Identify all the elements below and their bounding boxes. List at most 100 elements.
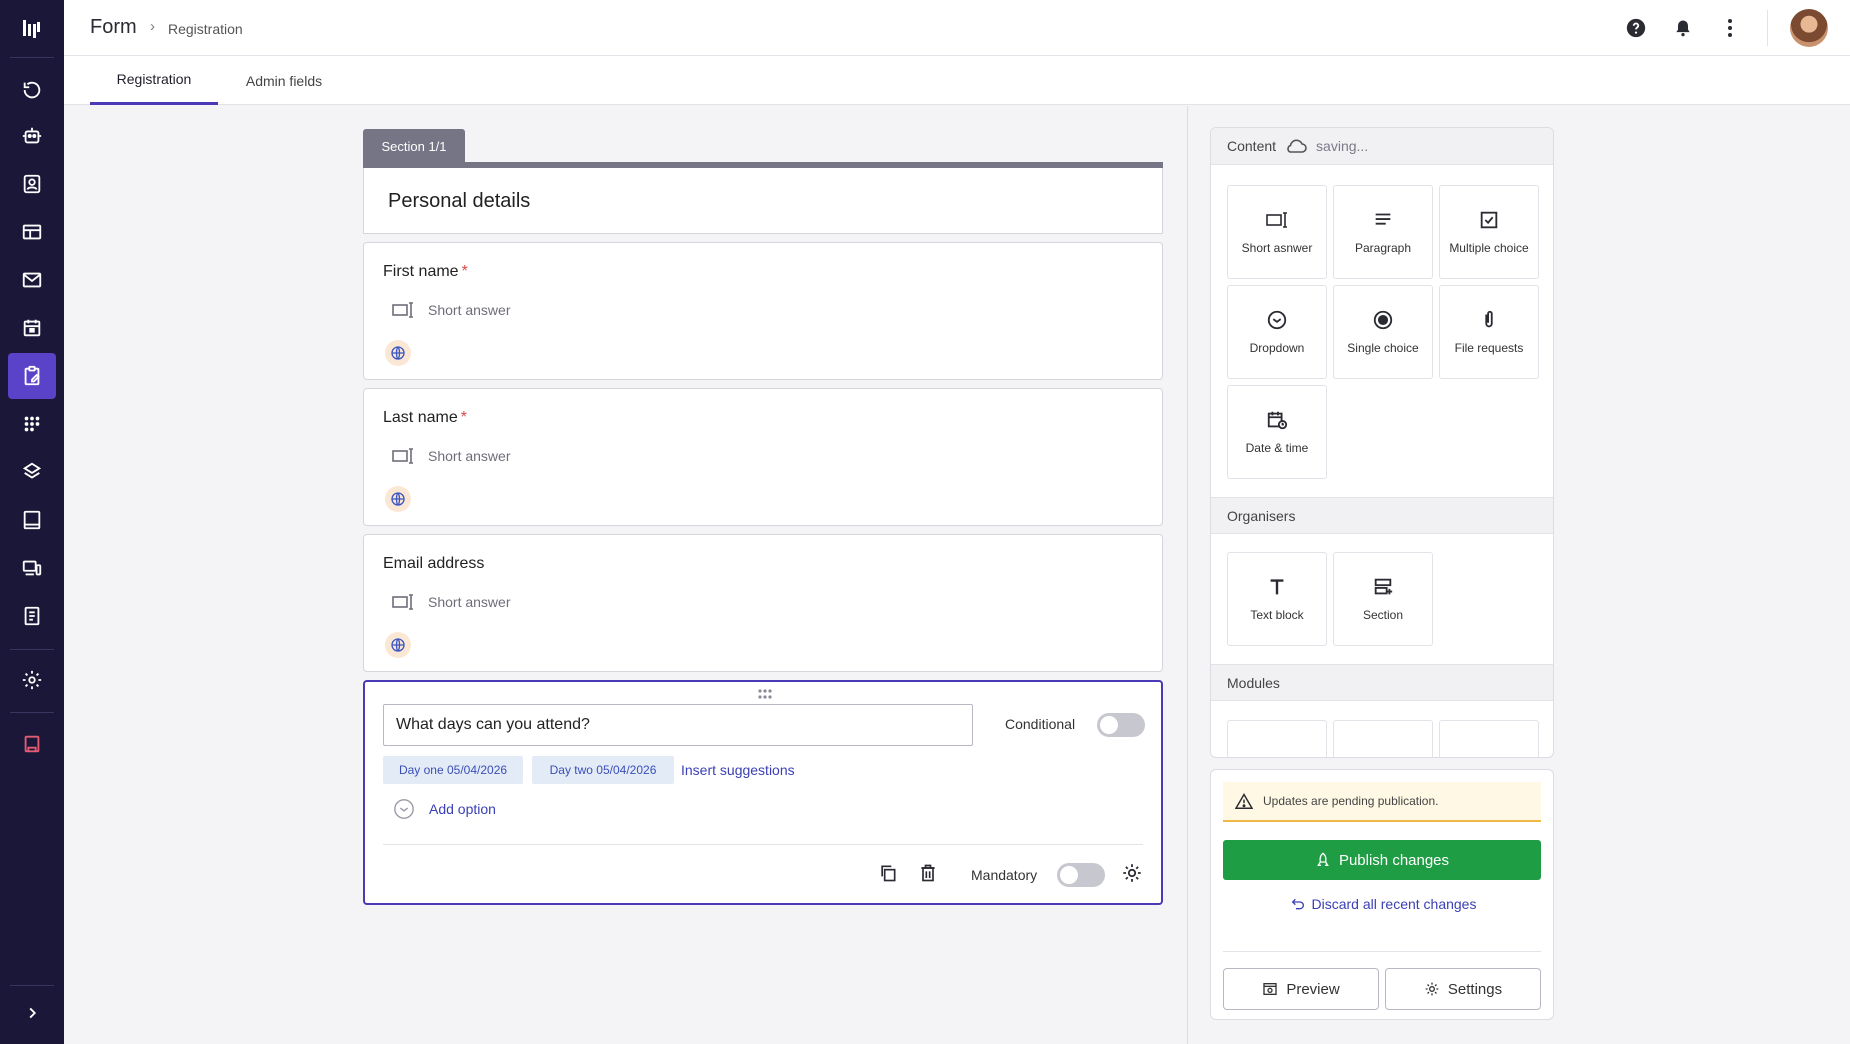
card-divider [383, 844, 1143, 845]
short-answer-icon [392, 302, 413, 318]
nav-divider [10, 985, 54, 986]
pending-warning: Updates are pending publication. [1223, 782, 1541, 822]
add-option-button[interactable]: Add option [393, 798, 496, 820]
section-tab[interactable]: Section 1/1 [363, 129, 465, 163]
settings-button[interactable]: Settings [1385, 968, 1541, 1010]
tile-short-answer[interactable]: Short asnwer [1227, 185, 1327, 279]
nav-divider [10, 649, 54, 650]
nav-mail-icon[interactable] [8, 257, 56, 303]
preview-button[interactable]: Preview [1223, 968, 1379, 1010]
tile-single-choice[interactable]: Single choice [1333, 285, 1433, 379]
warning-triangle-icon [1235, 793, 1253, 809]
section-icon [1374, 578, 1393, 595]
nav-bookmark-icon[interactable] [8, 721, 56, 767]
tile-module-ticket[interactable] [1439, 720, 1539, 757]
nav-devices-icon[interactable] [8, 545, 56, 591]
nav-form-clipboard-icon[interactable] [8, 353, 56, 399]
nav-calendar-icon[interactable] [8, 305, 56, 351]
conditional-toggle[interactable] [1097, 713, 1145, 737]
conditional-label: Conditional [1005, 716, 1076, 732]
section-title[interactable]: Personal details [388, 190, 530, 213]
short-answer-icon [392, 594, 413, 610]
duplicate-icon[interactable] [877, 862, 899, 884]
required-asterisk: * [460, 409, 467, 426]
publish-divider [1223, 951, 1541, 952]
nav-refresh-icon[interactable] [8, 67, 56, 113]
question-settings-gear-icon[interactable] [1121, 862, 1143, 884]
tile-paragraph[interactable]: Paragraph [1333, 185, 1433, 279]
tile-module-calendar[interactable] [1227, 720, 1327, 758]
nav-robot-icon[interactable] [8, 113, 56, 159]
tab-registration[interactable]: Registration [90, 56, 218, 105]
question-card-email[interactable]: Email address Short answer [363, 534, 1163, 672]
mandatory-label: Mandatory [971, 867, 1038, 883]
add-user-icon [1372, 756, 1394, 758]
header-divider [1767, 10, 1768, 46]
tile-dropdown[interactable]: Dropdown [1227, 285, 1327, 379]
gear-icon [1425, 982, 1439, 996]
text-icon [1270, 579, 1284, 595]
nav-contacts-icon[interactable] [8, 161, 56, 207]
calendar-icon [1266, 756, 1288, 758]
expand-chevron-icon[interactable] [8, 990, 56, 1036]
breadcrumb-chevron-icon: › [150, 18, 155, 35]
modules-header: Modules [1211, 664, 1553, 701]
help-icon[interactable] [1622, 14, 1650, 42]
cloud-icon [1287, 139, 1307, 153]
question-card-first-name[interactable]: First name * Short answer [363, 242, 1163, 380]
nav-layout-icon[interactable] [8, 209, 56, 255]
page-title[interactable]: Form [90, 16, 137, 39]
tile-multiple-choice[interactable]: Multiple choice [1439, 185, 1539, 279]
tile-section[interactable]: Section [1333, 552, 1433, 646]
left-navigation [0, 0, 64, 1044]
nav-badge-icon[interactable] [8, 449, 56, 495]
tile-text-block[interactable]: Text block [1227, 552, 1327, 646]
question-label: Email address [383, 555, 485, 572]
delete-trash-icon[interactable] [917, 862, 939, 884]
mandatory-toggle[interactable] [1057, 863, 1105, 887]
insert-suggestions-link[interactable]: Insert suggestions [681, 762, 795, 778]
section-header-card[interactable]: Personal details [363, 168, 1163, 234]
globe-icon[interactable] [385, 632, 411, 658]
organisers-header: Organisers [1211, 497, 1553, 534]
question-type: Short answer [392, 301, 510, 319]
question-card-active[interactable]: What days can you attend? Conditional Da… [363, 680, 1163, 905]
option-chip-day-one[interactable]: Day one 05/04/2026 [383, 756, 523, 784]
calendar-clock-icon [1267, 411, 1288, 430]
content-header: Content saving... [1211, 128, 1553, 165]
more-vertical-icon[interactable] [1716, 14, 1744, 42]
rocket-icon [1317, 852, 1329, 866]
avatar[interactable] [1790, 9, 1828, 47]
undo-icon [1291, 898, 1304, 910]
nav-settings-icon[interactable] [8, 657, 56, 703]
discard-changes-link[interactable]: Discard all recent changes [1211, 896, 1555, 912]
nav-tablet-icon[interactable] [8, 497, 56, 543]
paragraph-icon [1375, 213, 1391, 225]
drag-handle-icon[interactable] [757, 686, 773, 704]
tile-date-time[interactable]: Date & time [1227, 385, 1327, 479]
question-label: First name * [383, 263, 468, 280]
content-palette: Content saving... Short asnwer Paragraph… [1210, 127, 1554, 758]
globe-icon[interactable] [385, 340, 411, 366]
globe-icon[interactable] [385, 486, 411, 512]
question-label: Last name * [383, 409, 467, 426]
nav-divider [10, 57, 54, 58]
radio-icon [1373, 310, 1393, 330]
breadcrumb[interactable]: Registration [168, 21, 243, 37]
short-answer-icon [392, 448, 413, 464]
question-text-input[interactable]: What days can you attend? [383, 704, 973, 746]
nav-apps-grid-icon[interactable] [8, 401, 56, 447]
question-type: Short answer [392, 447, 510, 465]
tile-module-add-user[interactable] [1333, 720, 1433, 758]
dropdown-icon [1267, 310, 1287, 330]
tile-file-requests[interactable]: File requests [1439, 285, 1539, 379]
tab-admin-fields[interactable]: Admin fields [228, 56, 340, 105]
publish-changes-button[interactable]: Publish changes [1223, 840, 1541, 880]
notification-bell-icon[interactable] [1669, 14, 1697, 42]
app-logo[interactable] [0, 10, 64, 46]
option-chip-day-two[interactable]: Day two 05/04/2026 [532, 756, 674, 784]
nav-document-icon[interactable] [8, 593, 56, 639]
short-answer-icon [1266, 212, 1287, 228]
question-card-last-name[interactable]: Last name * Short answer [363, 388, 1163, 526]
checkbox-icon [1480, 211, 1498, 229]
